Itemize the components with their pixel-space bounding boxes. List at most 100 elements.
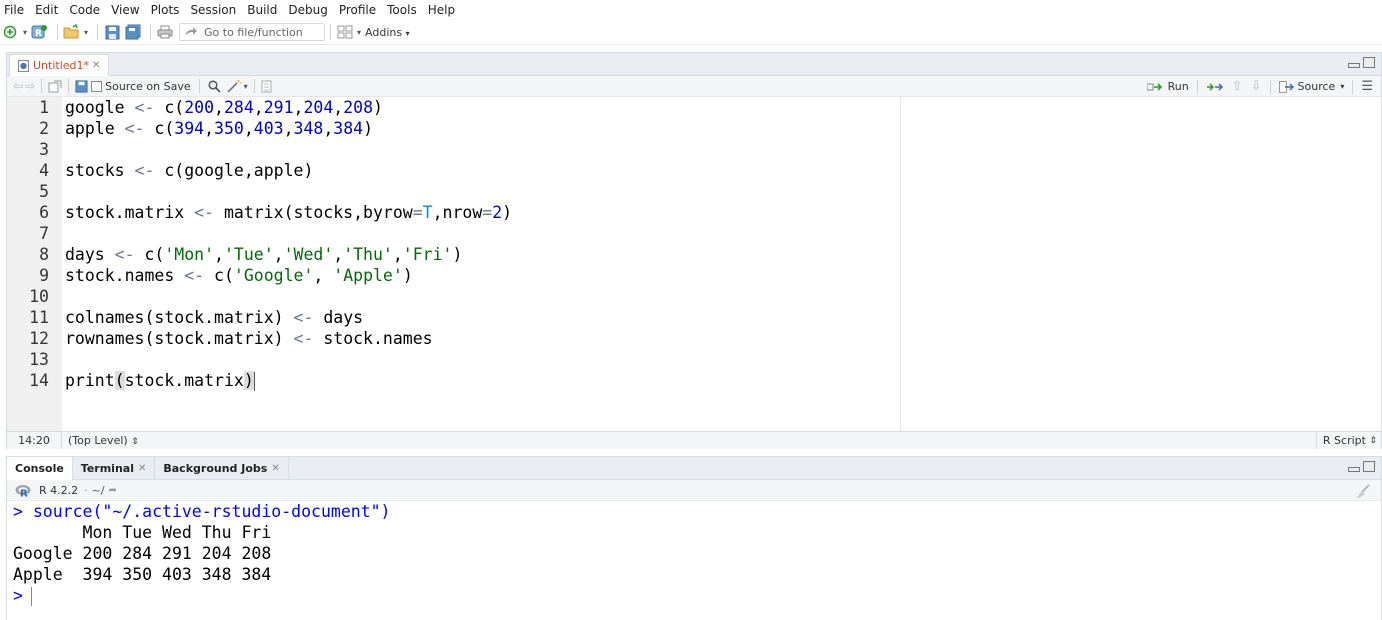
document-outline-icon[interactable]: ☰ <box>1361 79 1373 94</box>
code-text: google <- c(200,284,291,204,208) <box>65 98 383 117</box>
source-button[interactable]: Source ▾ <box>1278 80 1345 93</box>
menu-debug[interactable]: Debug <box>288 3 327 17</box>
code-text: stock.names <- c('Google', 'Apple') <box>65 266 413 285</box>
r-version: R 4.2.2 <box>39 483 79 497</box>
toolbar-separator <box>150 24 152 40</box>
run-arrow-icon <box>1146 82 1162 91</box>
code-line: 11 colnames(stock.matrix) <- days <box>7 307 363 328</box>
show-in-window-icon[interactable] <box>48 80 62 93</box>
grid-layout-icon[interactable] <box>336 23 354 41</box>
line-number: 7 <box>39 224 49 243</box>
back-icon[interactable]: ⇦ <box>13 79 23 93</box>
console-output[interactable]: > source("~/.active-rstudio-document") M… <box>7 501 1381 620</box>
editor-toolbar-separator <box>1196 79 1198 94</box>
go-to-previous-section-icon[interactable]: ⇧ <box>1232 79 1243 94</box>
save-file-icon[interactable] <box>75 79 88 93</box>
close-terminal-icon[interactable]: ✕ <box>138 463 146 474</box>
minimize-pane-icon[interactable] <box>1348 63 1360 68</box>
code-text: print(stock.matrix) <box>65 371 255 391</box>
close-background-jobs-icon[interactable]: ✕ <box>271 463 279 474</box>
code-line: 2 apple <- c(394,350,403,348,384) <box>7 118 373 139</box>
code-tools-dropdown-icon[interactable]: ▾ <box>244 82 248 91</box>
version-separator: · <box>84 483 88 497</box>
go-to-directory-icon[interactable]: ➦ <box>109 485 117 496</box>
line-number: 14 <box>29 371 49 390</box>
open-file-icon[interactable] <box>63 23 81 41</box>
code-text: stocks <- c(google,apple) <box>65 161 314 180</box>
addins-menu[interactable]: Addins ▾ <box>365 26 410 39</box>
compile-report-icon[interactable] <box>261 80 272 93</box>
scope-updown-icon: ⇕ <box>131 437 139 447</box>
code-line: 9 stock.names <- c('Google', 'Apple') <box>7 265 413 286</box>
code-text: rownames(stock.matrix) <- stock.names <box>65 329 433 348</box>
menu-file[interactable]: File <box>4 3 24 17</box>
editor-window-buttons <box>1348 57 1375 68</box>
menu-edit[interactable]: Edit <box>35 3 58 17</box>
tab-console[interactable]: Console <box>7 457 73 480</box>
menu-help[interactable]: Help <box>428 3 455 17</box>
editor-toolbar-separator <box>253 79 255 93</box>
console-prompt[interactable]: > <box>13 585 32 606</box>
tab-terminal[interactable]: Terminal ✕ <box>73 457 156 480</box>
menu-code[interactable]: Code <box>69 3 100 17</box>
menu-build[interactable]: Build <box>247 3 277 17</box>
line-number: 12 <box>29 329 49 348</box>
close-tab-icon[interactable]: ✕ <box>92 60 100 71</box>
new-project-icon[interactable]: R <box>31 23 49 41</box>
code-editor[interactable]: 1 google <- c(200,284,291,204,208) 2 apple… <box>7 97 1381 431</box>
code-line: 6 stock.matrix <- matrix(stocks,byrow=T,n… <box>7 202 512 223</box>
open-file-dropdown-icon[interactable]: ▾ <box>84 28 88 37</box>
code-line: 12 rownames(stock.matrix) <- stock.names <box>7 328 432 349</box>
code-tools-wand-icon[interactable] <box>227 79 242 93</box>
editor-toolbar-separator <box>41 79 43 93</box>
forward-icon[interactable]: ⇨ <box>25 79 35 93</box>
prompt-symbol: > <box>13 586 23 605</box>
tab-background-jobs-label: Background Jobs <box>163 462 268 475</box>
menu-profile[interactable]: Profile <box>339 3 376 17</box>
source-on-save-checkbox[interactable] <box>91 80 103 92</box>
tab-terminal-label: Terminal <box>80 462 134 475</box>
search-icon[interactable] <box>208 79 221 93</box>
rerun-icon[interactable] <box>1206 82 1224 92</box>
editor-toolbar-separator <box>1269 79 1271 94</box>
editor-toolbar-right: Run ⇧ ⇩ Source ▾ ☰ <box>1146 76 1373 97</box>
working-directory[interactable]: ~/ <box>92 484 105 497</box>
go-to-next-section-icon[interactable]: ⇩ <box>1251 79 1262 94</box>
menu-view[interactable]: View <box>111 3 139 17</box>
scope-selector[interactable]: (Top Level) ⇕ <box>62 434 139 447</box>
toolbar-separator <box>330 24 332 40</box>
tab-untitled1[interactable]: Untitled1* ✕ <box>9 54 110 76</box>
file-type-label: R Script <box>1322 434 1366 447</box>
layout-dropdown-icon[interactable]: ▾ <box>357 28 361 37</box>
menu-plots[interactable]: Plots <box>151 3 180 17</box>
code-text: days <- c('Mon','Tue','Wed','Thu','Fri') <box>65 245 463 264</box>
menu-tools[interactable]: Tools <box>387 3 417 17</box>
run-button[interactable]: Run <box>1146 80 1189 93</box>
tab-background-jobs[interactable]: Background Jobs ✕ <box>155 457 289 480</box>
clear-console-broom-icon[interactable] <box>1355 484 1371 498</box>
source-dropdown-icon: ▾ <box>1340 82 1345 91</box>
file-type-selector[interactable]: R Script ⇕ <box>1315 432 1377 449</box>
editor-toolbar-separator <box>1352 79 1354 94</box>
save-all-icon[interactable] <box>124 23 142 41</box>
code-line: 13 <box>7 349 49 370</box>
menu-session[interactable]: Session <box>190 3 236 17</box>
new-file-dropdown-icon[interactable]: ▾ <box>23 28 27 37</box>
editor-toolbar-separator <box>68 79 70 93</box>
maximize-pane-icon[interactable] <box>1363 57 1375 68</box>
maximize-console-icon[interactable] <box>1363 461 1375 472</box>
minimize-console-icon[interactable] <box>1348 467 1360 472</box>
main-toolbar: ▾ R ▾ Go to file/function ▾ Addins ▾ <box>0 20 1382 45</box>
code-text: colnames(stock.matrix) <- days <box>65 308 364 327</box>
line-number: 4 <box>39 161 49 180</box>
new-file-icon[interactable] <box>2 23 20 41</box>
code-line: 4 stocks <- c(google,apple) <box>7 160 313 181</box>
go-to-file-input[interactable]: Go to file/function <box>179 23 326 41</box>
line-number: 8 <box>39 245 49 264</box>
code-line: 10 <box>7 286 49 307</box>
source-label: Source <box>1297 80 1336 93</box>
save-icon[interactable] <box>103 23 121 41</box>
line-number: 5 <box>39 182 49 201</box>
toolbar-separator <box>57 24 59 40</box>
print-icon[interactable] <box>156 23 174 41</box>
